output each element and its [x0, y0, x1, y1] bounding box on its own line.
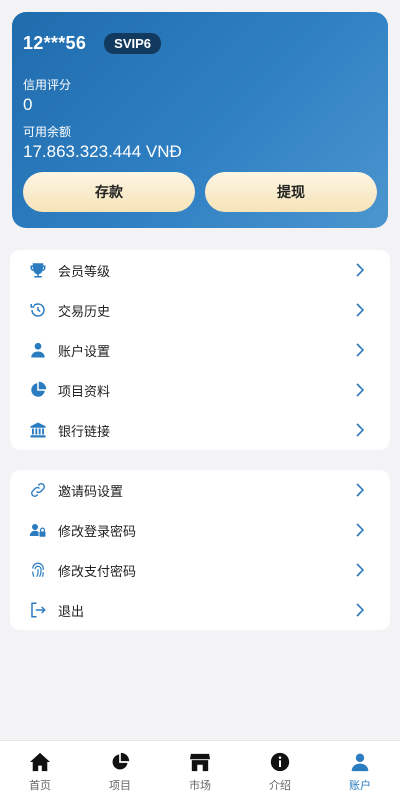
chevron-right-icon	[356, 563, 365, 577]
menu-item-logout[interactable]: 退出	[26, 590, 374, 630]
menu-label: 账户设置	[58, 344, 111, 360]
store-icon	[189, 751, 211, 773]
chevron-right-icon	[356, 483, 365, 497]
menu-group-account: 会员等级 交易历史 账户设置 项目资料 银行链接	[10, 250, 390, 450]
tab-label: 账户	[349, 779, 371, 792]
user-row: 12***56 SVIP6	[23, 32, 377, 54]
user-icon	[26, 338, 50, 362]
tab-projects[interactable]: 项目	[80, 741, 160, 800]
account-card: 12***56 SVIP6 信用评分 0 可用余额 17.863.323.444…	[12, 12, 388, 228]
chevron-right-icon	[356, 523, 365, 537]
menu-item-account-settings[interactable]: 账户设置	[26, 330, 374, 370]
tab-label: 介绍	[269, 779, 291, 792]
trophy-icon	[26, 258, 50, 282]
vip-badge: SVIP6	[104, 32, 162, 54]
menu-item-invite-code[interactable]: 邀请码设置	[26, 470, 374, 510]
user-icon	[349, 751, 371, 773]
chevron-right-icon	[356, 603, 365, 617]
user-lock-icon	[26, 518, 50, 542]
chevron-right-icon	[356, 343, 365, 357]
menu-item-change-login-password[interactable]: 修改登录密码	[26, 510, 374, 550]
menu-label: 会员等级	[58, 264, 111, 280]
bottom-tabbar: 首页 项目 市场 介绍 账户	[0, 740, 400, 800]
username: 12***56	[23, 32, 87, 53]
menu-label: 修改登录密码	[58, 524, 137, 540]
credit-score-label: 信用评分	[23, 78, 72, 92]
menu-label: 修改支付密码	[58, 564, 137, 580]
menu-item-change-payment-password[interactable]: 修改支付密码	[26, 550, 374, 590]
tab-intro[interactable]: 介绍	[240, 741, 320, 800]
withdraw-button[interactable]: 提现	[205, 172, 377, 212]
tab-account[interactable]: 账户	[320, 741, 400, 800]
menu-label: 银行链接	[58, 424, 111, 440]
credit-score-value: 0	[23, 95, 33, 114]
info-icon	[269, 751, 291, 773]
chevron-right-icon	[356, 303, 365, 317]
menu-item-bank-link[interactable]: 银行链接	[26, 410, 374, 450]
tab-market[interactable]: 市场	[160, 741, 240, 800]
deposit-button[interactable]: 存款	[23, 172, 195, 212]
tab-label: 项目	[109, 779, 131, 792]
chevron-right-icon	[356, 423, 365, 437]
menu-label: 退出	[58, 604, 85, 620]
tab-label: 市场	[189, 779, 211, 792]
menu-item-member-level[interactable]: 会员等级	[26, 250, 374, 290]
logout-icon	[26, 598, 50, 622]
pie-chart-icon	[109, 751, 131, 773]
tab-label: 首页	[29, 779, 51, 792]
fingerprint-icon	[26, 558, 50, 582]
link-icon	[26, 478, 50, 502]
tab-home[interactable]: 首页	[0, 741, 80, 800]
pie-chart-icon	[26, 378, 50, 402]
balance-value: 17.863.323.444 VNĐ	[23, 142, 182, 161]
bank-icon	[26, 418, 50, 442]
chevron-right-icon	[356, 383, 365, 397]
menu-item-project-info[interactable]: 项目资料	[26, 370, 374, 410]
home-icon	[29, 751, 51, 773]
menu-label: 交易历史	[58, 304, 111, 320]
menu-group-security: 邀请码设置 修改登录密码 修改支付密码 退出	[10, 470, 390, 630]
menu-label: 项目资料	[58, 384, 111, 400]
menu-label: 邀请码设置	[58, 484, 124, 500]
chevron-right-icon	[356, 263, 365, 277]
action-buttons: 存款 提现	[23, 172, 377, 212]
history-icon	[26, 298, 50, 322]
menu-item-transaction-history[interactable]: 交易历史	[26, 290, 374, 330]
balance-label: 可用余额	[23, 125, 72, 139]
